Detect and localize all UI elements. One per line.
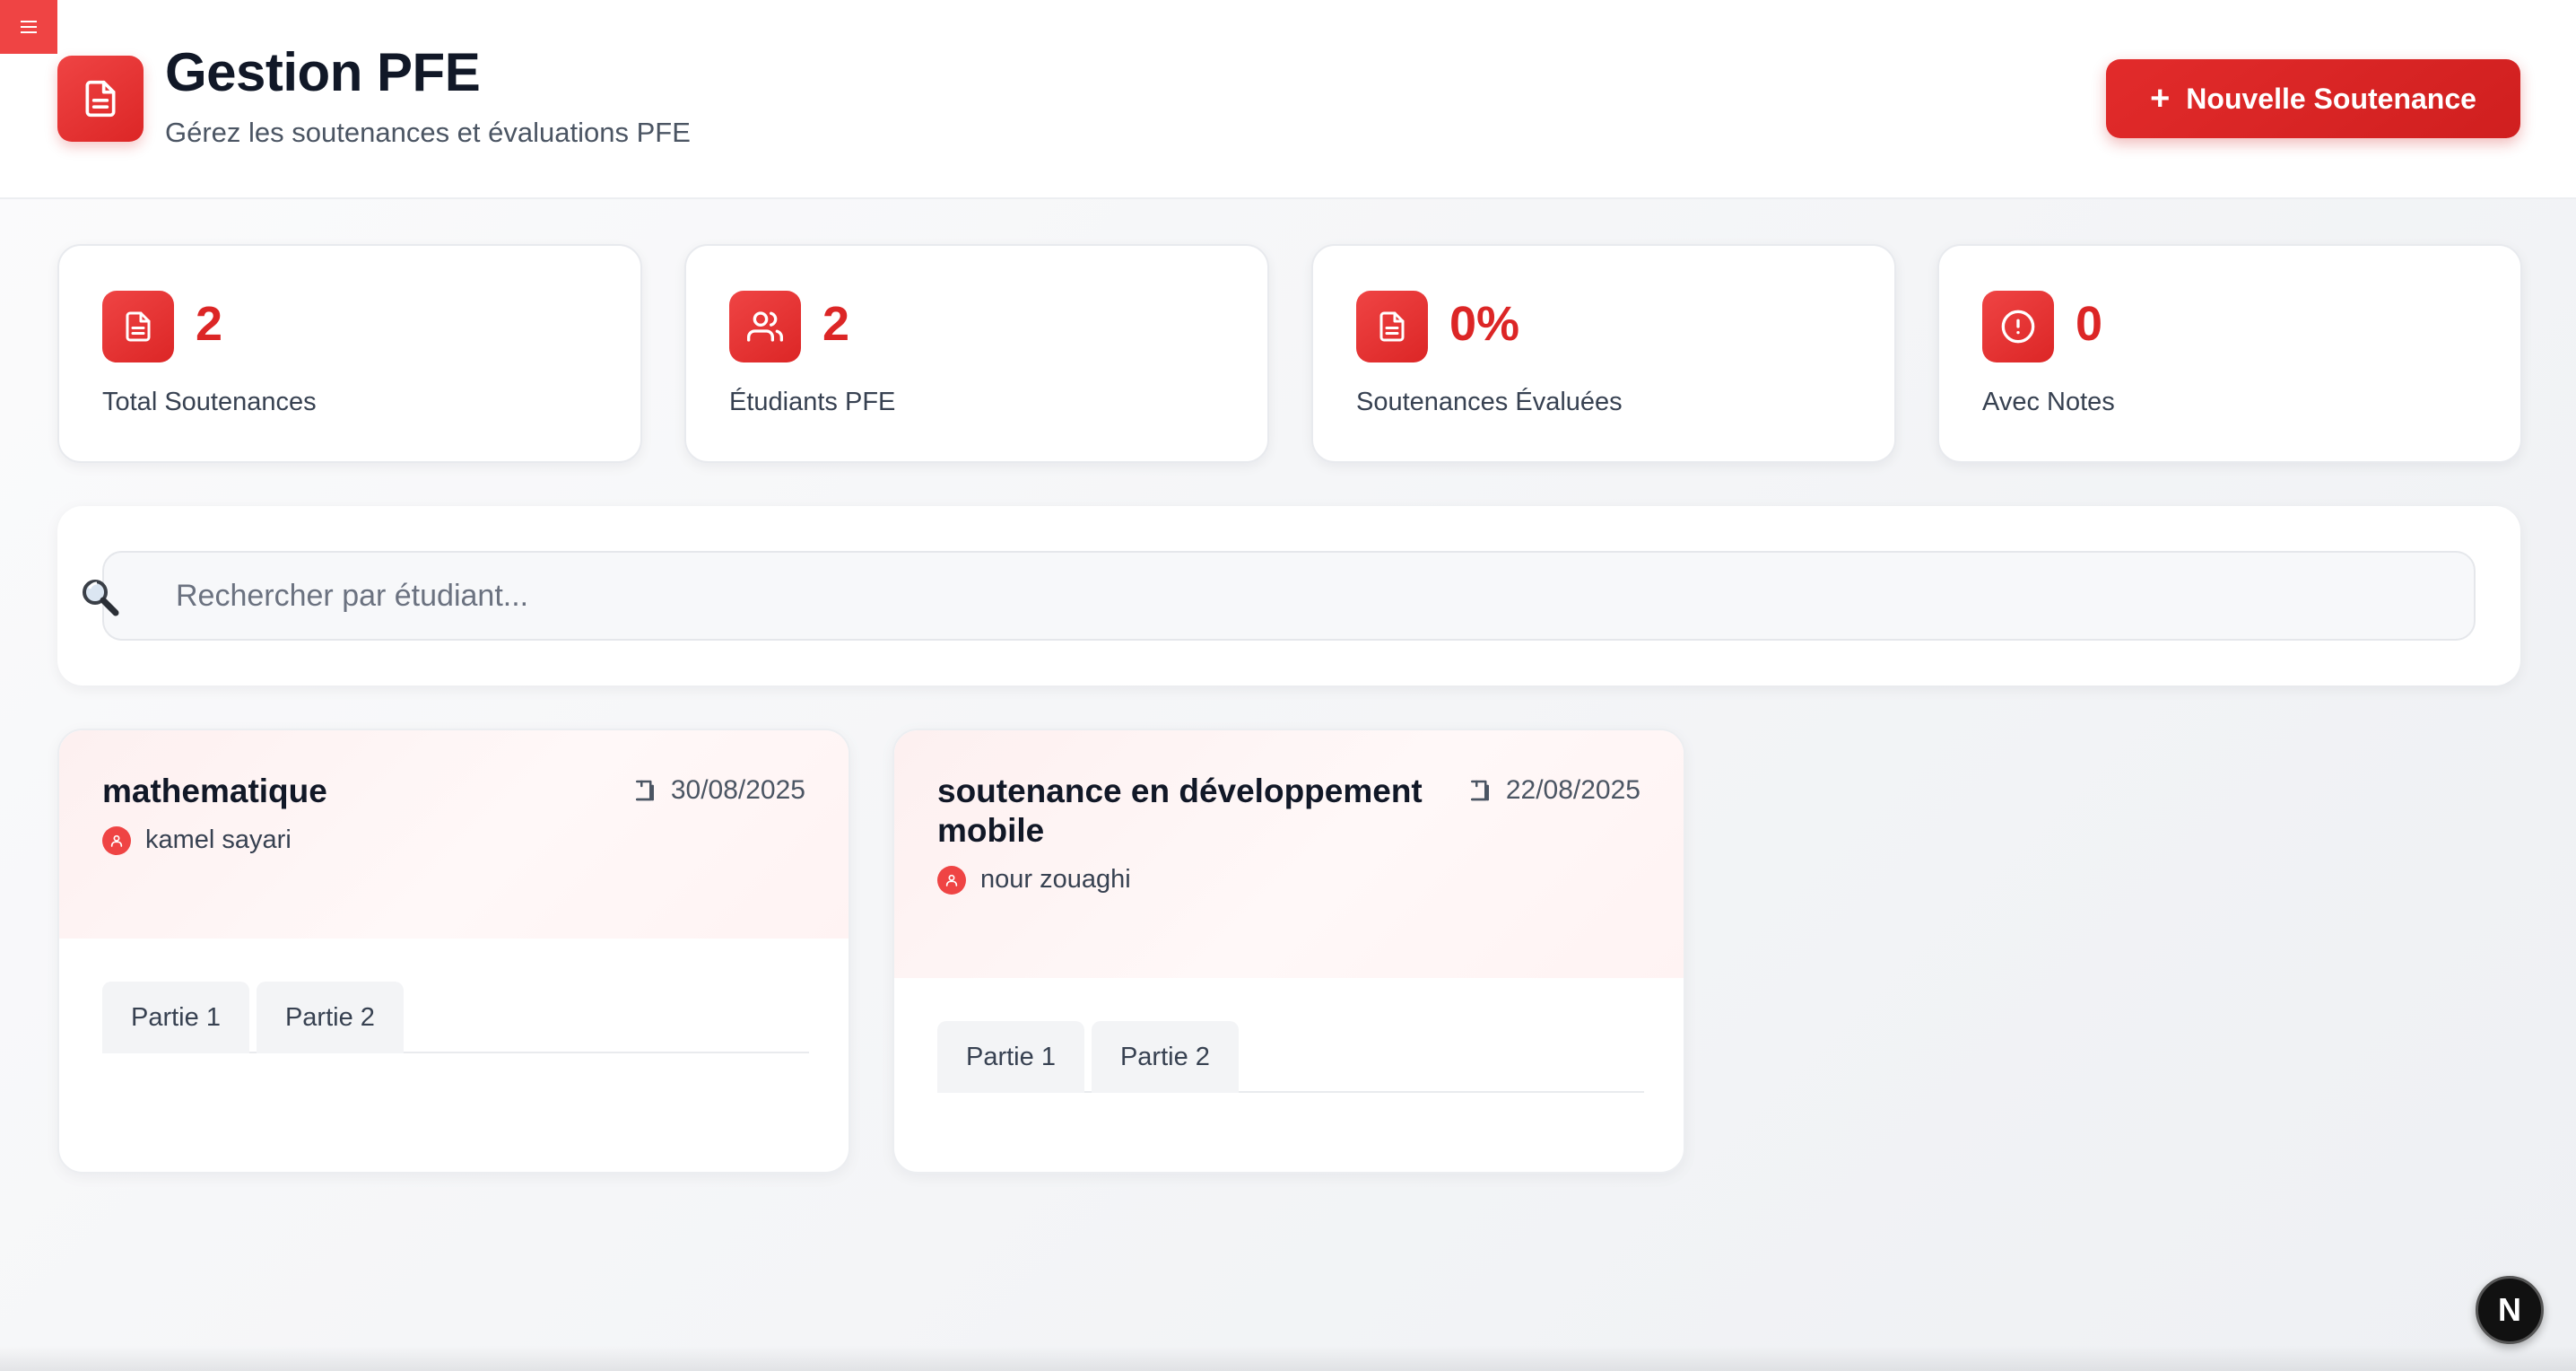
- soutenance-student-name: nour zouaghi: [980, 865, 1131, 894]
- soutenance-card[interactable]: soutenance en développement mobile 22/08…: [892, 729, 1685, 1174]
- next-dev-badge[interactable]: N: [2476, 1276, 2544, 1344]
- stat-card-avec-notes: 0 Avec Notes: [1937, 244, 2522, 463]
- search-icon: [79, 576, 120, 617]
- stat-card-total-soutenances: 2 Total Soutenances: [57, 244, 642, 463]
- soutenance-title: mathematique: [102, 773, 327, 809]
- user-icon: [937, 865, 966, 895]
- alert-circle-icon: [1982, 291, 2054, 362]
- stat-label: Étudiants PFE: [729, 388, 896, 416]
- calendar-icon: [635, 780, 654, 801]
- stat-value: 0: [2076, 297, 2103, 351]
- document-icon: [57, 56, 144, 142]
- stat-card-etudiants-pfe: 2 Étudiants PFE: [684, 244, 1269, 463]
- soutenance-date-text: 22/08/2025: [1505, 775, 1640, 805]
- soutenance-card-header: [894, 730, 1684, 978]
- soutenance-date: 30/08/2025: [631, 775, 805, 806]
- tab-partie-1[interactable]: Partie 1: [937, 1021, 1084, 1093]
- soutenance-tabs: Partie 1 Partie 2: [102, 982, 809, 1053]
- users-icon: [729, 291, 801, 362]
- soutenance-student-name: kamel sayari: [145, 825, 292, 854]
- stat-label: Avec Notes: [1982, 388, 2115, 416]
- soutenance-date-text: 30/08/2025: [670, 775, 805, 805]
- stat-value: 2: [196, 297, 223, 351]
- document-icon: [102, 291, 174, 362]
- menu-toggle-button[interactable]: [0, 0, 57, 54]
- hamburger-icon: [21, 21, 37, 33]
- stat-card-soutenances-evaluees: 0% Soutenances Évaluées: [1311, 244, 1896, 463]
- page-title: Gestion PFE: [165, 42, 481, 102]
- tab-partie-2[interactable]: Partie 2: [256, 982, 404, 1053]
- search-input[interactable]: [102, 551, 2476, 641]
- document-icon: [1356, 291, 1428, 362]
- stat-label: Total Soutenances: [102, 388, 317, 416]
- new-soutenance-button[interactable]: + Nouvelle Soutenance: [2106, 59, 2520, 138]
- soutenance-card[interactable]: mathematique 30/08/2025 kamel sayari Par…: [57, 729, 850, 1174]
- new-soutenance-label: Nouvelle Soutenance: [2186, 82, 2476, 115]
- user-icon: [102, 825, 131, 855]
- soutenance-student: nour zouaghi: [937, 865, 1131, 895]
- stat-value: 2: [822, 297, 850, 351]
- soutenance-tabs: Partie 1 Partie 2: [937, 1021, 1644, 1093]
- plus-icon: +: [2150, 80, 2171, 118]
- stat-value: 0%: [1449, 297, 1520, 351]
- soutenance-title: soutenance en développement mobile: [937, 773, 1423, 849]
- stat-label: Soutenances Évaluées: [1356, 388, 1623, 416]
- calendar-icon: [1470, 780, 1489, 801]
- soutenance-date: 22/08/2025: [1466, 775, 1640, 806]
- page-header: Gestion PFE Gérez les soutenances et éva…: [0, 0, 2576, 199]
- page-subtitle: Gérez les soutenances et évaluations PFE: [165, 117, 691, 148]
- soutenance-student: kamel sayari: [102, 825, 292, 855]
- tab-partie-1[interactable]: Partie 1: [102, 982, 249, 1053]
- bottom-shadow: [0, 1346, 2576, 1371]
- tab-partie-2[interactable]: Partie 2: [1091, 1021, 1239, 1093]
